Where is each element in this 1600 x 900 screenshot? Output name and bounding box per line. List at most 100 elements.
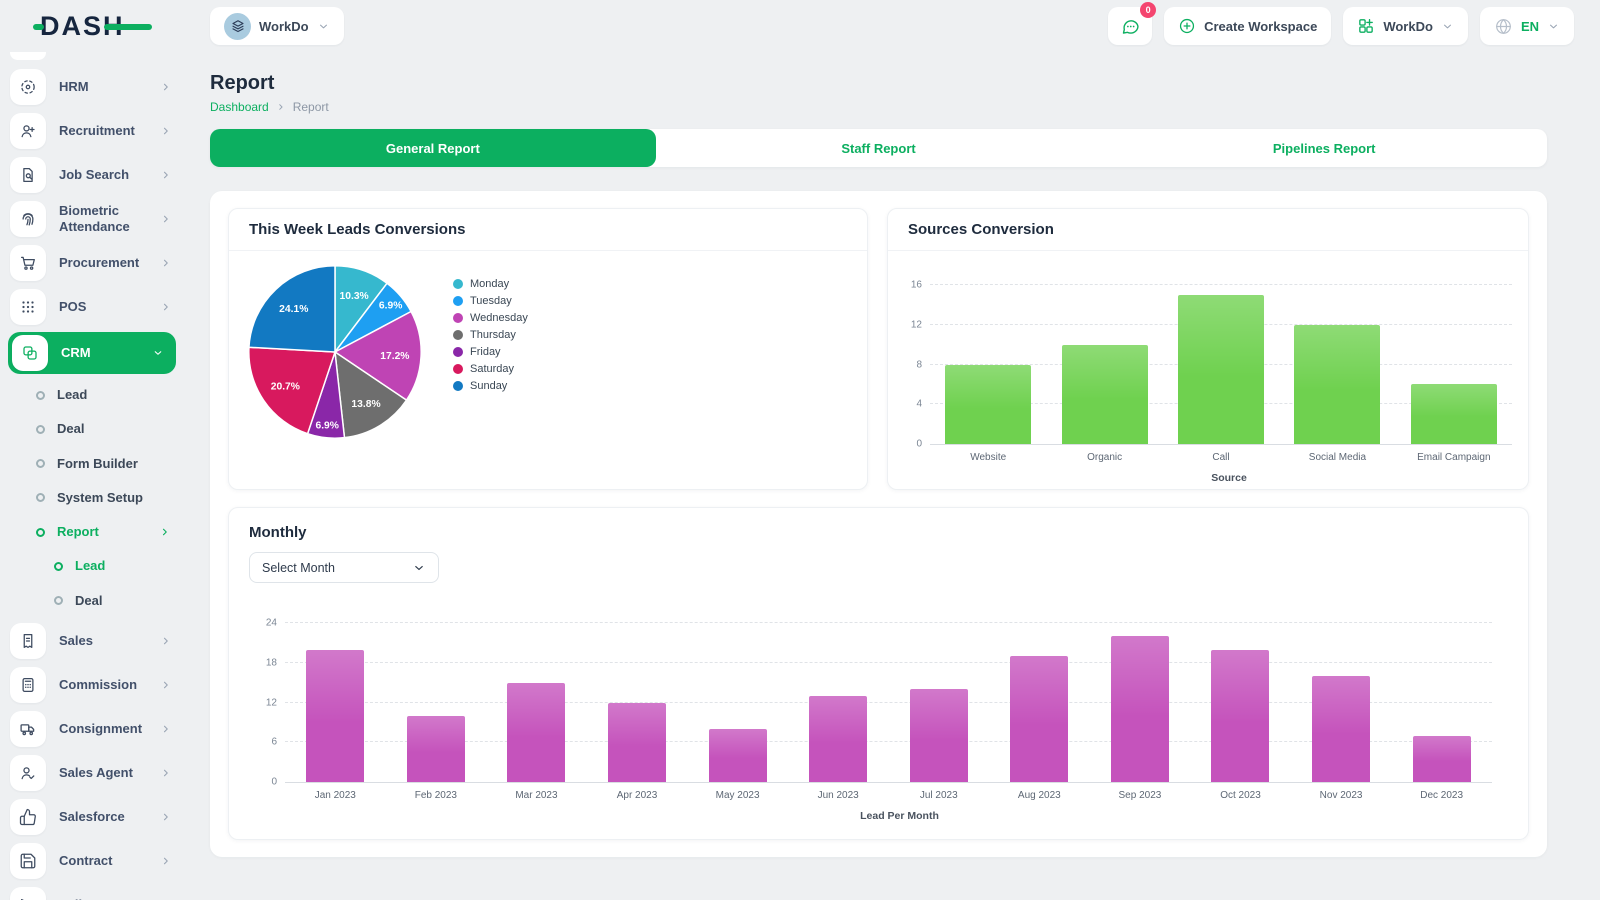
y-tick-label: 0 [249, 777, 277, 788]
bar-jun-2023[interactable] [809, 696, 867, 782]
sidebar-subitem-lead[interactable]: Lead [0, 378, 185, 412]
sidebar-item-crm[interactable]: CRM [8, 332, 176, 374]
bar-email-campaign[interactable] [1411, 384, 1497, 444]
sidebar-item-commission[interactable]: Commission [0, 664, 185, 706]
legend-item-friday[interactable]: Friday [453, 343, 528, 360]
bar-call[interactable] [1178, 295, 1264, 444]
card-title-leads: This Week Leads Conversions [229, 209, 867, 251]
legend-item-saturday[interactable]: Saturday [453, 360, 528, 377]
brand-logo[interactable]: DASH [40, 11, 210, 42]
sidebar-item-label: Biometric Attendance [59, 203, 147, 236]
create-workspace-button[interactable]: Create Workspace [1164, 7, 1331, 45]
chevron-right-icon [160, 635, 172, 647]
bars-group [285, 623, 1492, 782]
sidebar-nav: HRMRecruitmentJob Search Biometric Attend… [0, 66, 185, 900]
bar-dec-2023[interactable] [1413, 736, 1471, 782]
sidebar-subitem-label: Lead [75, 558, 171, 574]
workdo-menu-button[interactable]: WorkDo [1343, 7, 1468, 45]
x-tick-label: Aug 2023 [989, 790, 1090, 801]
x-tick-label: Apr 2023 [587, 790, 688, 801]
bar-slot [1396, 285, 1512, 444]
sidebar-item-recruitment[interactable]: Recruitment [0, 110, 185, 152]
topbar-actions: 0 Create Workspace WorkDo EN [1108, 7, 1574, 45]
bar-slot [1163, 285, 1279, 444]
x-tick-label: Oct 2023 [1190, 790, 1291, 801]
legend-item-wednesday[interactable]: Wednesday [453, 309, 528, 326]
sidebar-item-salesforce[interactable]: Salesforce [0, 796, 185, 838]
bar-sep-2023[interactable] [1111, 636, 1169, 782]
legend-item-monday[interactable]: Monday [453, 275, 528, 292]
sidebar-item-label: Salesforce [59, 809, 147, 825]
chevron-right-icon [160, 213, 172, 225]
layers-icon [230, 18, 246, 34]
sidebar-subitem-system-setup[interactable]: System Setup [0, 481, 185, 515]
messages-button[interactable]: 0 [1108, 7, 1152, 45]
biometric-attendance-icon [10, 201, 46, 237]
bar-slot [386, 623, 487, 782]
x-tick-label: Feb 2023 [386, 790, 487, 801]
bar-slot [587, 623, 688, 782]
legend-item-tuesday[interactable]: Tuesday [453, 292, 528, 309]
sidebar-item-procurement[interactable]: Procurement [0, 242, 185, 284]
sidebar-item-biometric-attendance[interactable]: Biometric Attendance [0, 198, 185, 240]
sales-icon [10, 623, 46, 659]
language-selector[interactable]: EN [1480, 7, 1574, 45]
workspace-switcher[interactable]: WorkDo [210, 7, 344, 45]
bar-aug-2023[interactable] [1010, 656, 1068, 782]
legend-dot-icon [453, 347, 463, 357]
job-search-icon [10, 157, 46, 193]
bar-website[interactable] [945, 365, 1031, 445]
x-tick-label: May 2023 [687, 790, 788, 801]
sidebar-item-indiamart[interactable]: Indiamart [0, 884, 185, 900]
sidebar-item-sales-agent[interactable]: Sales Agent [0, 752, 185, 794]
chevron-down-icon [1547, 20, 1560, 33]
breadcrumb-link-dashboard[interactable]: Dashboard [210, 100, 269, 114]
crm-icon [12, 335, 48, 371]
bar-jan-2023[interactable] [306, 650, 364, 783]
bar-feb-2023[interactable] [407, 716, 465, 782]
legend-item-sunday[interactable]: Sunday [453, 377, 528, 394]
sidebar-item-consignment[interactable]: Consignment [0, 708, 185, 750]
sidebar-subitem-report[interactable]: Report [0, 515, 185, 549]
circle-bullet-icon [36, 425, 45, 434]
bar-apr-2023[interactable] [608, 703, 666, 783]
sidebar-item-job-search[interactable]: Job Search [0, 154, 185, 196]
sidebar-item-hrm[interactable]: HRM [0, 66, 185, 108]
legend-label: Friday [470, 346, 501, 358]
sidebar-item-pos[interactable]: POS [0, 286, 185, 328]
chevron-down-icon [317, 20, 330, 33]
workdo-menu-label: WorkDo [1383, 19, 1433, 34]
bar-organic[interactable] [1062, 345, 1148, 444]
pie-chart-area: 10.3%6.9%17.2%13.8%6.9%20.7%24.1% Monday… [229, 251, 867, 490]
legend-item-thursday[interactable]: Thursday [453, 326, 528, 343]
sidebar-item-sales[interactable]: Sales [0, 620, 185, 662]
report-panel: This Week Leads Conversions 10.3%6.9%17.… [210, 191, 1547, 857]
bar-nov-2023[interactable] [1312, 676, 1370, 782]
chevron-right-icon [160, 811, 172, 823]
pie-value-label: 24.1% [279, 304, 308, 315]
legend-dot-icon [453, 381, 463, 391]
sidebar-subitem-form-builder[interactable]: Form Builder [0, 447, 185, 481]
contract-icon [10, 843, 46, 879]
month-select[interactable]: Select Month [249, 552, 439, 583]
card-sources-conversion: Sources Conversion 0481216WebsiteOrganic… [887, 208, 1529, 490]
bar-slot [1279, 285, 1395, 444]
sidebar-item-label: CRM [61, 345, 139, 361]
tab-general-report[interactable]: General Report [210, 129, 656, 167]
bar-oct-2023[interactable] [1211, 650, 1269, 783]
pie-value-label: 20.7% [271, 381, 300, 392]
create-workspace-label: Create Workspace [1204, 19, 1317, 34]
sidebar-item-contract[interactable]: Contract [0, 840, 185, 882]
tab-pipelines-report[interactable]: Pipelines Report [1101, 129, 1547, 167]
sidebar-subitem-report-deal[interactable]: Deal [0, 584, 185, 618]
bar-jul-2023[interactable] [910, 689, 968, 782]
main-content: Report Dashboard Report General Report S… [185, 52, 1600, 900]
x-tick-label: Jul 2023 [888, 790, 989, 801]
tab-staff-report[interactable]: Staff Report [656, 129, 1102, 167]
bar-may-2023[interactable] [709, 729, 767, 782]
bar-social-media[interactable] [1294, 325, 1380, 444]
pie-value-label: 6.9% [315, 420, 338, 431]
bar-mar-2023[interactable] [507, 683, 565, 782]
sidebar-subitem-report-lead[interactable]: Lead [0, 549, 185, 583]
sidebar-subitem-deal[interactable]: Deal [0, 412, 185, 446]
